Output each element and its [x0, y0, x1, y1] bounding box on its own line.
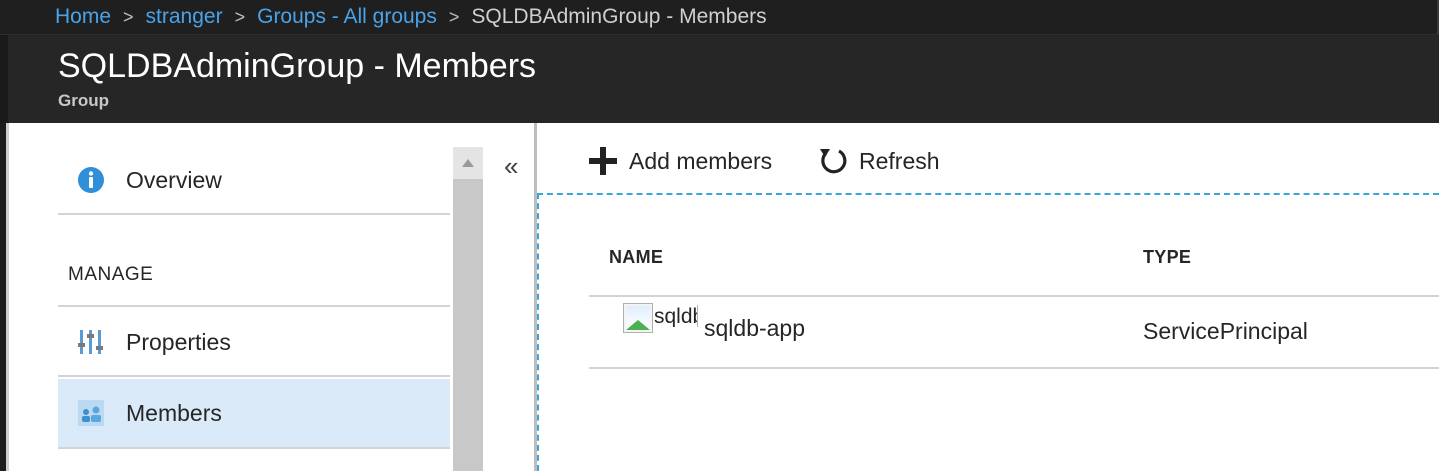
page-subtitle: Group — [58, 91, 109, 110]
member-avatar: sqldb-app — [623, 303, 699, 333]
scroll-up-button[interactable] — [453, 147, 483, 179]
breadcrumb-separator: > — [448, 7, 460, 27]
members-grid: NAME TYPE sqldb-app sqldb-app ServicePri… — [537, 193, 1439, 471]
add-members-button[interactable]: Add members — [587, 141, 772, 181]
info-icon — [76, 165, 106, 195]
header-edge — [0, 35, 8, 123]
column-header-name[interactable]: NAME — [609, 247, 663, 268]
avatar-alt-text: sqldb-app — [654, 305, 697, 327]
add-members-label: Add members — [629, 147, 773, 174]
properties-icon — [76, 327, 106, 357]
triangle-up-icon — [462, 159, 474, 167]
breadcrumb-stranger-link[interactable]: stranger — [146, 5, 223, 28]
breadcrumb-groups-link[interactable]: Groups - All groups — [257, 5, 437, 28]
sidebar-item-properties[interactable]: Properties — [58, 309, 450, 377]
sidebar-item-members[interactable]: Members — [58, 379, 450, 449]
refresh-button[interactable]: Refresh — [817, 141, 940, 181]
breadcrumb-current: SQLDBAdminGroup - Members — [471, 5, 767, 28]
page-title: SQLDBAdminGroup - Members — [58, 47, 537, 85]
breadcrumb: Home > stranger > Groups - All groups > SQLDBA… — [55, 5, 767, 29]
main-content: Add members Refresh NAME TYPE sqldb-app … — [537, 123, 1439, 471]
broken-image-icon — [623, 303, 653, 333]
breadcrumb-separator: > — [234, 7, 246, 27]
avatar-alt-text-container: sqldb-app — [653, 305, 698, 327]
sidebar-item-label: Members — [126, 399, 222, 426]
breadcrumb-bar: Home > stranger > Groups - All groups > SQLDBA… — [0, 0, 1439, 35]
blade-header: SQLDBAdminGroup - Members Group — [0, 35, 1439, 123]
header-divider — [589, 295, 1439, 297]
sidebar-item-overview[interactable]: Overview — [58, 147, 450, 215]
members-icon — [76, 398, 106, 428]
sidebar-item-label: Properties — [126, 328, 231, 355]
refresh-label: Refresh — [859, 147, 940, 174]
sidebar-item-label: Overview — [126, 166, 222, 193]
row-divider — [589, 367, 1439, 369]
sidebar-scrollbar[interactable] — [453, 147, 483, 471]
section-label-manage: MANAGE — [68, 264, 154, 285]
plus-icon — [589, 147, 617, 175]
sidebar: Overview MANAGE Properties Members « — [9, 123, 534, 471]
breadcrumb-home-link[interactable]: Home — [55, 5, 111, 28]
member-type: ServicePrincipal — [1143, 318, 1308, 344]
collapse-sidebar-button[interactable]: « — [504, 151, 518, 181]
column-header-type[interactable]: TYPE — [1143, 247, 1191, 268]
member-name[interactable]: sqldb-app — [704, 315, 805, 342]
section-divider — [58, 305, 450, 307]
refresh-icon — [820, 149, 847, 174]
breadcrumb-separator: > — [123, 7, 134, 27]
